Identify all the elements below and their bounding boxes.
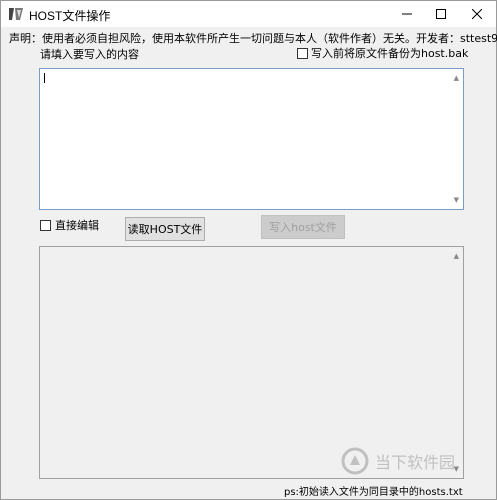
disclaimer-text: 声明：使用者必须自担风险，使用本软件所产生一切问题与本人（软件作者）无关。开发者… [9, 32, 497, 45]
footer-note: ps:初始读入文件为同目录中的hosts.txt [284, 487, 463, 498]
title-bar[interactable]: HOST文件操作 [1, 1, 496, 27]
close-button[interactable] [460, 1, 494, 27]
direct-edit-label[interactable]: 直接编辑 [55, 217, 99, 233]
direct-edit-option[interactable]: 直接编辑 [40, 217, 99, 233]
write-host-button[interactable]: 写入host文件 [261, 215, 345, 239]
text-caret [44, 73, 45, 83]
scroll-up-icon[interactable]: ▲ [454, 74, 459, 82]
content-prompt-label: 请填入要写入的内容 [40, 48, 139, 61]
backup-checkbox[interactable] [297, 47, 308, 59]
app-logo-icon [9, 8, 23, 20]
maximize-icon [436, 9, 446, 19]
watermark-logo-icon [341, 447, 369, 475]
read-host-button[interactable]: 读取HOST文件 [125, 217, 205, 241]
window-title: HOST文件操作 [29, 9, 111, 23]
backup-checkbox-label[interactable]: 写入前将原文件备份为host.bak [311, 45, 468, 61]
output-scroll-up-icon[interactable]: ▲ [454, 252, 459, 260]
app-window: HOST文件操作 声明：使用者必须自担风险，使用本软件所产生一切问题与本人（软件… [0, 0, 497, 500]
close-icon [472, 9, 482, 19]
minimize-icon [402, 13, 412, 15]
watermark-text: 当下软件园 [375, 453, 456, 472]
content-textarea[interactable]: ▲ ▼ [39, 68, 464, 210]
minimize-button[interactable] [390, 1, 424, 27]
maximize-button[interactable] [424, 1, 458, 27]
scroll-down-icon[interactable]: ▼ [454, 196, 459, 204]
watermark: 当下软件园 [341, 441, 491, 481]
direct-edit-checkbox[interactable] [40, 219, 51, 231]
backup-option[interactable]: 写入前将原文件备份为host.bak [297, 45, 468, 61]
